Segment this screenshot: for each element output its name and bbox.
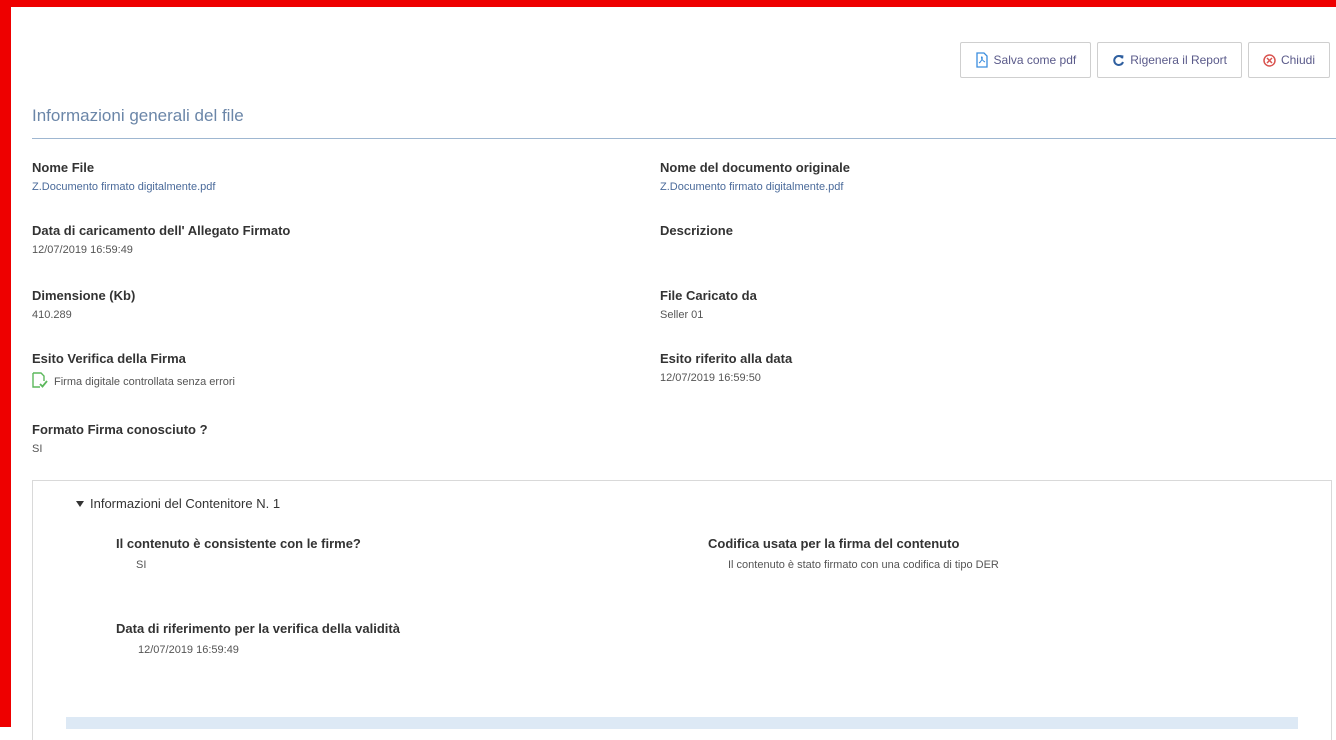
field-value: 410.289 [32,309,72,321]
close-button[interactable]: Chiudi [1247,42,1330,78]
field-value: 12/07/2019 16:59:49 [32,244,133,256]
close-label: Chiudi [1280,53,1315,67]
field-data-riferimento: Data di riferimento per la verifica dell… [116,621,400,656]
field-value: Z.Documento firmato digitalmente.pdf [32,181,216,193]
field-value: 12/07/2019 16:59:50 [660,372,761,384]
field-value: Z.Documento firmato digitalmente.pdf [660,181,844,193]
regenerate-report-button[interactable]: Rigenera il Report [1097,42,1242,78]
container-panel [32,480,1332,740]
field-label: Nome del documento originale [660,160,850,175]
field-label: Descrizione [660,223,733,238]
field-nome-doc-originale: Nome del documento originale Z.Documento… [660,160,850,193]
save-pdf-button[interactable]: Salva come pdf [959,42,1092,78]
field-caricato-da: File Caricato da Seller 01 [660,288,757,321]
next-section-strip [66,717,1298,729]
field-label: Data di riferimento per la verifica dell… [116,621,400,636]
field-formato-firma: Formato Firma conosciuto ? SI [32,422,208,455]
field-label: Dimensione (Kb) [32,288,136,303]
field-value: 12/07/2019 16:59:49 [138,644,239,656]
close-circle-icon [1263,53,1276,67]
container-toggle[interactable]: Informazioni del Contenitore N. 1 [76,496,280,511]
field-label: Codifica usata per la firma del contenut… [708,536,960,551]
section-title: Informazioni generali del file [32,106,244,125]
refresh-icon [1112,54,1125,67]
container-header: Informazioni del Contenitore N. 1 [90,496,281,511]
field-value: Il contenuto è stato firmato con una cod… [728,559,999,571]
verified-document-icon [32,372,48,392]
field-nome-file: Nome File Z.Documento firmato digitalmen… [32,160,215,193]
save-pdf-label: Salva come pdf [993,53,1077,67]
field-value: Seller 01 [660,309,704,321]
field-esito-data: Esito riferito alla data 12/07/2019 16:5… [660,351,792,384]
field-label: File Caricato da [660,288,757,303]
regenerate-label: Rigenera il Report [1130,53,1227,67]
field-data-caricamento: Data di caricamento dell' Allegato Firma… [32,223,290,256]
caret-down-icon [76,500,84,507]
field-codifica: Codifica usata per la firma del contenut… [708,536,999,571]
field-label: Esito Verifica della Firma [32,351,186,366]
field-consistente: Il contenuto è consistente con le firme?… [116,536,361,571]
section-divider [32,138,1336,139]
field-label: Formato Firma conosciuto ? [32,422,208,437]
field-esito-verifica: Esito Verifica della Firma Firma digital… [32,351,235,392]
field-label: Data di caricamento dell' Allegato Firma… [32,223,291,238]
field-value: Firma digitale controllata senza errori [54,376,235,388]
field-label: Esito riferito alla data [660,351,793,366]
field-label: Nome File [32,160,95,175]
field-value-row: Firma digitale controllata senza errori [32,372,235,392]
field-value: SI [136,559,147,571]
field-descrizione: Descrizione [660,223,733,244]
field-label: Il contenuto è consistente con le firme? [116,536,361,551]
field-dimensione: Dimensione (Kb) 410.289 [32,288,135,321]
toolbar: Salva come pdf Rigenera il Report Chiudi [959,42,1330,78]
pdf-file-icon [975,52,989,68]
field-value: SI [32,443,43,455]
